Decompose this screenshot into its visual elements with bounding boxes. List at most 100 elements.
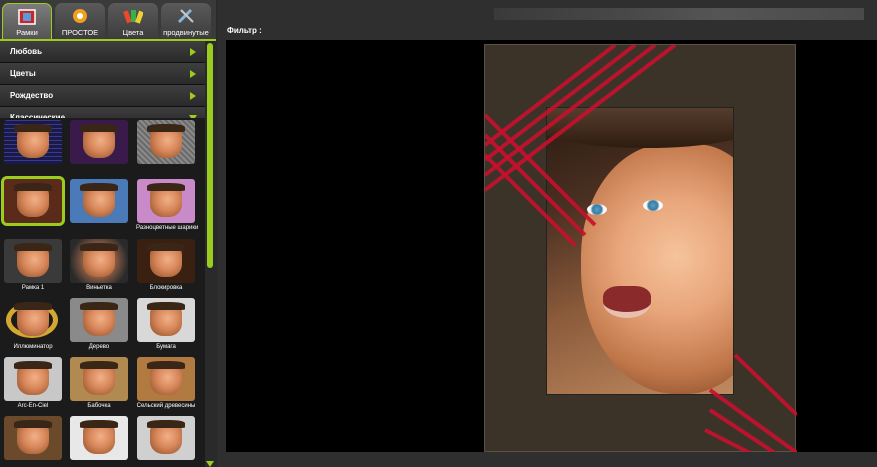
frame-preview-image bbox=[137, 298, 195, 342]
frame-preview-image bbox=[70, 239, 128, 283]
tab-advanced[interactable]: продвинутые bbox=[161, 3, 211, 39]
thumbnail-hat bbox=[80, 243, 118, 252]
thumbnail-hat bbox=[14, 302, 52, 311]
thumbnail-hat bbox=[147, 361, 185, 370]
category-label: Любовь bbox=[10, 47, 43, 56]
thumbnail-label: Дерево bbox=[88, 344, 110, 350]
thumbnail-label: Разноцветные шарики bbox=[136, 225, 199, 231]
frame-thumbnail[interactable] bbox=[69, 416, 129, 462]
category-love[interactable]: Любовь bbox=[0, 41, 205, 63]
frame-preview-image bbox=[137, 416, 195, 460]
thumbnail-hat bbox=[14, 243, 52, 252]
frame-thumbnail[interactable] bbox=[69, 179, 129, 225]
tab-bar: Рамки ПРОСТОЕ Цвета продвинутые bbox=[0, 0, 216, 41]
thumbnail-hat bbox=[80, 420, 118, 429]
advanced-tools-icon bbox=[177, 8, 194, 24]
preview-canvas[interactable] bbox=[226, 40, 877, 452]
red-stripe bbox=[485, 45, 677, 192]
filter-label: Фильтр : bbox=[227, 26, 262, 35]
frame-thumbnail[interactable]: Бумага bbox=[136, 298, 196, 350]
thumbnail-label: Бабочка bbox=[87, 403, 111, 409]
frames-icon bbox=[18, 9, 36, 25]
editor-area: Фильтр : bbox=[218, 0, 877, 467]
thumbnail-hat bbox=[14, 124, 52, 133]
chevron-right-icon bbox=[190, 70, 196, 78]
top-toolbar-strip bbox=[494, 8, 864, 20]
tab-frames[interactable]: Рамки bbox=[2, 3, 52, 39]
chevron-right-icon bbox=[190, 92, 196, 100]
thumbnail-label: Рамка 1 bbox=[21, 285, 45, 291]
thumbnail-hat bbox=[14, 420, 52, 429]
tab-colors[interactable]: Цвета bbox=[108, 3, 158, 39]
thumbnail-hat bbox=[80, 124, 118, 133]
frame-thumbnail[interactable] bbox=[136, 120, 196, 166]
thumbnail-hat bbox=[147, 420, 185, 429]
frame-thumbnail[interactable]: Блокировка bbox=[136, 239, 196, 291]
frame-preview-image bbox=[4, 239, 62, 283]
red-stripe bbox=[485, 45, 617, 147]
thumbnail-hat bbox=[14, 183, 52, 192]
frame-thumbnail[interactable]: Сельский древесины bbox=[136, 357, 196, 409]
red-stripes-decoration bbox=[485, 45, 797, 452]
thumbnail-hat bbox=[147, 243, 185, 252]
thumbnail-label: Сельский древесины bbox=[136, 403, 196, 409]
red-stripe bbox=[485, 45, 637, 162]
tab-simple[interactable]: ПРОСТОЕ bbox=[55, 3, 105, 39]
scroll-down-arrow-icon[interactable] bbox=[206, 461, 214, 467]
frame-preview-image bbox=[70, 416, 128, 460]
frame-thumbnail[interactable]: Дерево bbox=[69, 298, 129, 350]
tab-simple-label: ПРОСТОЕ bbox=[61, 28, 99, 37]
scrollbar-thumb[interactable] bbox=[207, 43, 213, 268]
frame-preview-image bbox=[70, 179, 128, 223]
frame-thumbnail[interactable]: Разноцветные шарики bbox=[136, 179, 199, 231]
left-panel: Рамки ПРОСТОЕ Цвета продвинутые Любовь Ц… bbox=[0, 0, 216, 467]
frame-thumbnail[interactable] bbox=[1, 176, 65, 226]
frame-thumbnail[interactable] bbox=[69, 120, 129, 166]
thumbnail-label: Бумага bbox=[156, 344, 176, 350]
frame-preview-image bbox=[4, 357, 62, 401]
frame-mat bbox=[484, 44, 797, 452]
frame-thumbnail[interactable]: Arc-En-Ciel bbox=[3, 357, 63, 409]
frame-preview-image bbox=[4, 416, 62, 460]
frame-thumbnail[interactable]: Виньетка bbox=[69, 239, 129, 291]
thumbnail-hat bbox=[80, 361, 118, 370]
thumbnail-hat bbox=[14, 361, 52, 370]
red-stripe bbox=[485, 45, 657, 177]
frame-preview-image bbox=[70, 298, 128, 342]
thumbnail-label: Иллюминатор bbox=[13, 344, 53, 350]
simple-effects-icon bbox=[73, 9, 87, 23]
frame-thumbnail[interactable]: Иллюминатор bbox=[3, 298, 63, 350]
frame-preview-image bbox=[137, 120, 195, 164]
thumbnail-label: Блокировка bbox=[149, 285, 183, 291]
scrollbar[interactable] bbox=[205, 41, 216, 467]
chevron-right-icon bbox=[190, 48, 196, 56]
frame-preview-image bbox=[70, 120, 128, 164]
frame-preview-image bbox=[4, 298, 62, 342]
thumbnail-hat bbox=[147, 183, 185, 192]
category-label: Рождество bbox=[10, 91, 54, 100]
thumbnail-hat bbox=[147, 302, 185, 311]
thumbnail-hat bbox=[147, 124, 185, 133]
category-christmas[interactable]: Рождество bbox=[0, 85, 205, 107]
frame-thumbnail[interactable] bbox=[3, 120, 63, 166]
tab-advanced-label: продвинутые bbox=[163, 28, 209, 37]
tab-frames-label: Рамки bbox=[16, 28, 38, 37]
frame-thumbnail[interactable]: Бабочка bbox=[69, 357, 129, 409]
frame-preview-image bbox=[137, 357, 195, 401]
frame-preview-image bbox=[137, 239, 195, 283]
frame-thumbnail[interactable] bbox=[3, 416, 63, 462]
frame-preview-image bbox=[137, 179, 195, 223]
thumbnail-label: Arc-En-Ciel bbox=[17, 403, 49, 409]
frame-thumbnail-grid: Разноцветные шарики Рамка 1 Виньетка Блокир… bbox=[0, 118, 205, 467]
frame-thumbnail[interactable]: Рамка 1 bbox=[3, 239, 63, 291]
frame-preview-image bbox=[1, 176, 65, 226]
category-flowers[interactable]: Цветы bbox=[0, 63, 205, 85]
colors-icon bbox=[123, 10, 143, 24]
tab-colors-label: Цвета bbox=[122, 28, 144, 37]
frame-preview-image bbox=[70, 357, 128, 401]
category-list: Любовь Цветы Рождество Классические bbox=[0, 41, 205, 126]
red-stripe bbox=[485, 153, 577, 247]
frame-thumbnail[interactable] bbox=[136, 416, 196, 462]
frame-preview-image bbox=[4, 120, 62, 164]
category-label: Цветы bbox=[10, 69, 36, 78]
